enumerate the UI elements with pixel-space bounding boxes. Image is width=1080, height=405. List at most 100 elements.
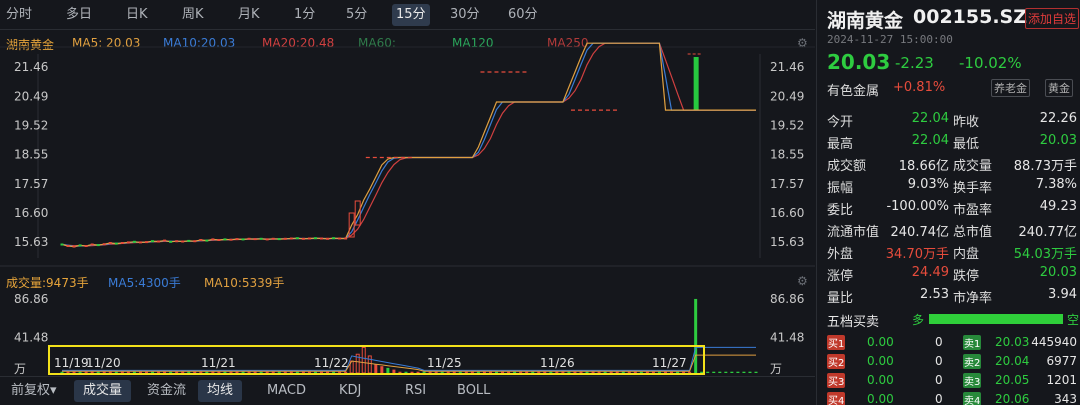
period-tab-9[interactable]: 60分 [504, 4, 542, 26]
volume-bar [307, 371, 311, 373]
stat-value: 20.03 [1039, 265, 1077, 280]
period-tab-6[interactable]: 5分 [342, 4, 371, 26]
volume-bar [730, 371, 734, 373]
volume-tick-left: 万 [14, 362, 26, 375]
volume-bar [663, 371, 667, 373]
volume-bar [90, 371, 94, 373]
volume-bar [543, 371, 547, 373]
volume-bar [657, 371, 661, 373]
volume-bar [579, 371, 583, 373]
volume-bar [712, 371, 716, 373]
volume-bar [301, 371, 305, 373]
indicator-tab-7[interactable]: BOLL [448, 380, 499, 402]
volume-bar [688, 371, 692, 373]
volume-bar [482, 371, 486, 373]
candle [144, 241, 148, 244]
candle [301, 237, 305, 240]
candle [163, 239, 167, 242]
volume-bar [519, 371, 523, 373]
volume-bar [676, 371, 680, 373]
sector-name[interactable]: 有色金属 [827, 80, 879, 99]
candle [295, 237, 299, 240]
stat-label: 委比 [827, 203, 854, 218]
bid-price: 0.00 [867, 354, 894, 368]
volume-tick-right: 41.48 [770, 331, 804, 345]
price-tick-right: 15.63 [770, 235, 804, 249]
date-label: 11/22 [314, 356, 349, 370]
volume-bar [573, 371, 577, 373]
stat-label: 市盈率 [953, 203, 993, 218]
volume-bar [706, 371, 710, 373]
indicator-tab-0[interactable]: 前复权▾ [2, 380, 66, 402]
bid-volume: 0 [935, 373, 943, 387]
ask-level-label: 卖3 [963, 373, 982, 388]
concept-tag-pension[interactable]: 养老金 [991, 79, 1030, 97]
indicator-tab-2[interactable]: 资金流 [138, 380, 195, 402]
period-tabs: 分时 多日 日K 周K 月K 1分 5分 15分 30分 60分 [0, 0, 815, 30]
volume-bar [440, 371, 444, 373]
indicator-tab-1[interactable]: 成交量 [74, 380, 132, 402]
candle [72, 245, 76, 248]
volume-bar [78, 371, 82, 373]
stat-label: 跌停 [953, 269, 980, 284]
candle [229, 238, 233, 241]
volume-bar [488, 371, 492, 373]
volume-bar [555, 371, 559, 373]
candle [259, 237, 263, 240]
period-tab-5[interactable]: 1分 [290, 4, 319, 26]
stat-value: 22.04 [911, 133, 949, 148]
period-tab-1[interactable]: 多日 [62, 4, 96, 26]
date-label: 11/27 [652, 356, 687, 370]
candle [84, 245, 88, 247]
stat-value: 24.49 [911, 265, 949, 280]
period-tab-7[interactable]: 15分 [392, 4, 430, 26]
volume-bar [682, 371, 686, 373]
indicator-tab-3[interactable]: 均线 [198, 380, 243, 402]
add-watchlist-button[interactable]: 添加自选 [1025, 8, 1080, 29]
volume-bar [138, 371, 142, 373]
ask-level-label: 卖1 [963, 335, 982, 350]
volume-bar [175, 371, 179, 373]
candle [96, 244, 100, 247]
volume-bar [561, 371, 565, 373]
stat-value: 3.94 [1048, 287, 1077, 302]
stat-value: 240.74亿 [890, 225, 950, 240]
ma10-line [61, 42, 756, 247]
candle [181, 240, 185, 243]
concept-tag-gold[interactable]: 黄金 [1045, 79, 1073, 97]
stat-label: 总市值 [953, 225, 993, 240]
price-tick-right: 17.57 [770, 177, 804, 191]
ask-level-label: 卖2 [963, 354, 982, 369]
stat-value: 2.53 [920, 287, 949, 302]
indicator-tab-4[interactable]: MACD [258, 380, 315, 402]
period-tab-0[interactable]: 分时 [2, 4, 36, 26]
stats-row: 今开 22.04 昨收 22.26 [817, 108, 1080, 130]
candle [132, 240, 136, 243]
period-tab-4[interactable]: 月K [234, 4, 264, 26]
indicator-tab-6[interactable]: RSI [396, 380, 435, 402]
period-tab-2[interactable]: 日K [122, 4, 152, 26]
period-tab-8[interactable]: 30分 [446, 4, 484, 26]
price-tick-left: 19.52 [14, 118, 48, 132]
candle [289, 237, 293, 240]
volume-bar [700, 371, 704, 373]
volume-bar [211, 371, 215, 373]
limit-down-candle [693, 57, 699, 110]
stat-label: 今开 [827, 115, 854, 130]
kline-chart[interactable]: 湖南黄金 MA5: 20.03 MA10:20.03 MA20:20.48 MA… [0, 30, 815, 375]
volume-bar [84, 371, 88, 373]
volume-bar [163, 371, 167, 373]
volume-bar [157, 371, 161, 373]
stat-value: 22.26 [1039, 111, 1077, 126]
candle [193, 240, 197, 243]
period-tab-3[interactable]: 周K [178, 4, 208, 26]
volume-bar [253, 371, 257, 373]
ask-level-label: 卖4 [963, 392, 982, 405]
volume-bar [361, 346, 366, 374]
candle [235, 238, 239, 241]
stat-label: 成交额 [827, 159, 867, 174]
price-tick-left: 21.46 [14, 60, 48, 74]
stat-value: 49.23 [1039, 199, 1077, 214]
indicator-tab-5[interactable]: KDJ [330, 380, 370, 402]
volume-bar [247, 371, 251, 373]
